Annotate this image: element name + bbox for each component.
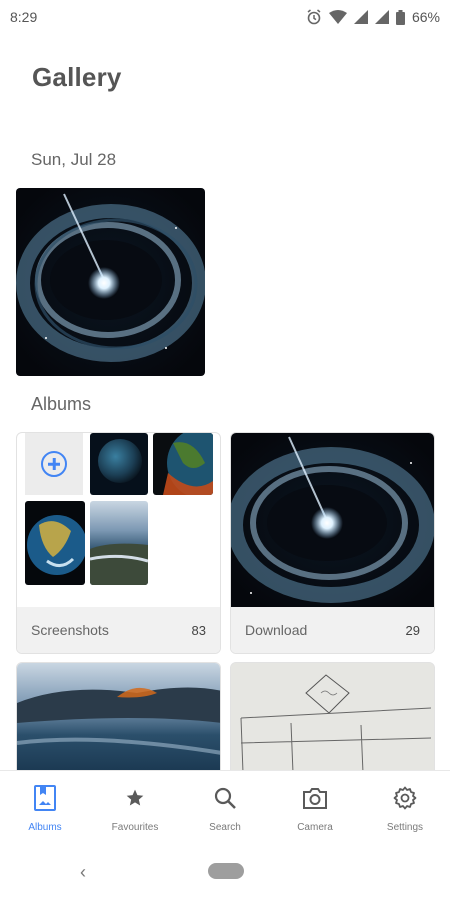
alarm-icon bbox=[306, 9, 322, 25]
camera-icon bbox=[300, 783, 330, 813]
album-cover bbox=[231, 433, 434, 609]
nav-label: Settings bbox=[386, 822, 424, 833]
home-button[interactable] bbox=[208, 863, 244, 879]
date-heading: Sun, Jul 28 bbox=[31, 150, 117, 169]
nav-item-search[interactable]: Search bbox=[180, 771, 270, 842]
album-card-download[interactable]: Download 29 bbox=[230, 432, 435, 654]
nav-label: Search bbox=[209, 822, 241, 833]
album-card-screenshots[interactable]: Screenshots 83 bbox=[16, 432, 221, 654]
add-to-album-button[interactable] bbox=[25, 433, 83, 495]
page-title: Gallery bbox=[32, 62, 122, 92]
nav-label: Favourites bbox=[111, 822, 159, 833]
nav-label: Albums bbox=[28, 822, 62, 833]
album-count: 83 bbox=[191, 622, 206, 638]
status-icons: 66% bbox=[306, 9, 440, 25]
album-count: 29 bbox=[405, 622, 420, 638]
album-card[interactable] bbox=[16, 662, 221, 782]
album-card[interactable] bbox=[230, 662, 435, 782]
albums-heading: Albums bbox=[31, 394, 92, 414]
battery-percent: 66% bbox=[411, 9, 440, 25]
photo-thumbnail[interactable] bbox=[16, 188, 205, 376]
status-bar: 8:29 66% bbox=[0, 0, 450, 34]
gear-icon bbox=[390, 783, 420, 813]
status-time: 8:29 bbox=[10, 9, 38, 25]
cell-signal-icon bbox=[374, 10, 389, 24]
album-name: Screenshots bbox=[31, 622, 109, 638]
album-footer: Download 29 bbox=[231, 607, 434, 653]
album-thumb bbox=[25, 501, 85, 585]
nav-item-camera[interactable]: Camera bbox=[270, 771, 360, 842]
wifi-icon bbox=[328, 10, 347, 24]
search-icon bbox=[210, 783, 240, 813]
cell-signal-icon bbox=[353, 10, 368, 24]
albums-icon bbox=[30, 783, 60, 813]
star-icon bbox=[120, 783, 150, 813]
album-thumb bbox=[153, 433, 213, 495]
album-footer: Screenshots 83 bbox=[17, 607, 220, 653]
system-nav-bar: ‹ bbox=[0, 842, 450, 900]
album-thumb bbox=[90, 501, 148, 585]
bottom-nav: Albums Favourites Search Camera Settings bbox=[0, 770, 450, 842]
nav-item-albums[interactable]: Albums bbox=[0, 771, 90, 842]
album-name: Download bbox=[245, 622, 308, 638]
add-icon bbox=[41, 451, 67, 477]
nav-item-favourites[interactable]: Favourites bbox=[90, 771, 180, 842]
album-thumb bbox=[90, 433, 148, 495]
battery-icon bbox=[395, 9, 405, 25]
nav-label: Camera bbox=[297, 822, 333, 833]
back-icon[interactable]: ‹ bbox=[80, 862, 86, 883]
nav-item-settings[interactable]: Settings bbox=[360, 771, 450, 842]
